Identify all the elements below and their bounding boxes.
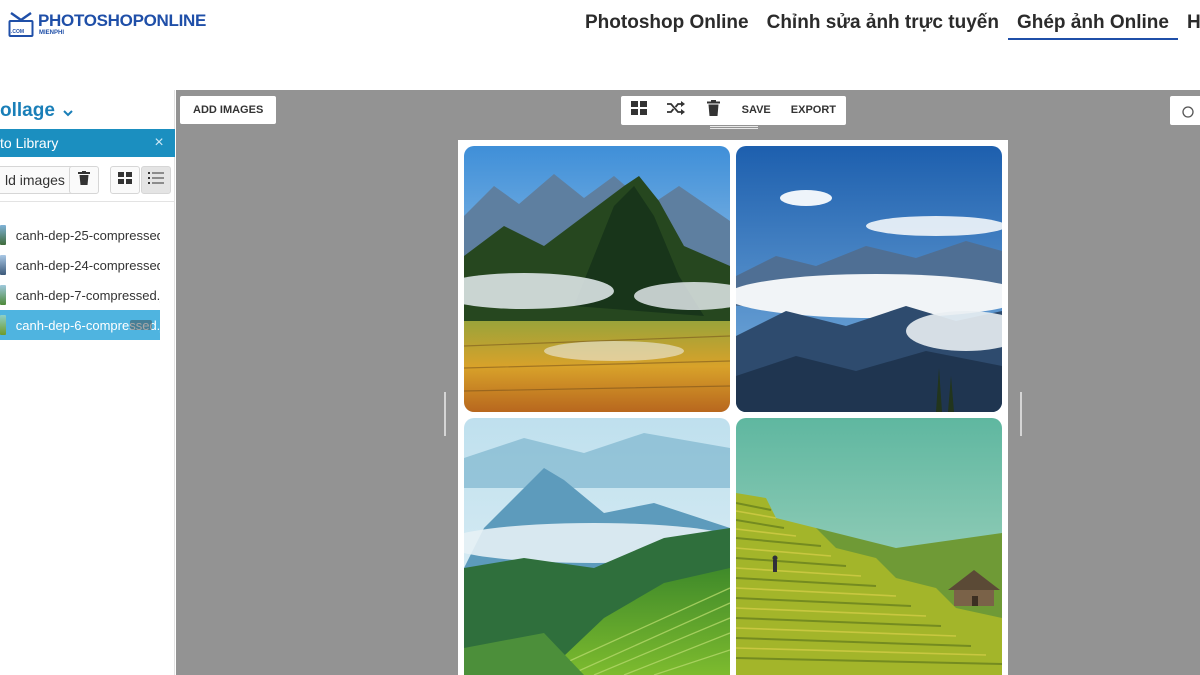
- app-page: .COM PHOTOSHOPONLINE MIENPHI Photoshop O…: [0, 0, 1200, 675]
- file-name: canh-dep-7-compressed.jpg: [15, 287, 160, 303]
- file-item[interactable]: canh-dep-25-compressed.jp: [0, 220, 160, 250]
- right-resize-handle[interactable]: [1020, 392, 1022, 436]
- settings-button[interactable]: [1170, 96, 1200, 125]
- shuffle-icon: [667, 101, 686, 120]
- file-thumbnail: [0, 255, 6, 275]
- list-view-button[interactable]: [141, 166, 171, 194]
- add-images-button[interactable]: ld images: [0, 166, 74, 194]
- logo-sub: MIENPHI: [39, 30, 65, 36]
- photo-library-header: to Library ×: [0, 129, 175, 157]
- delete-button[interactable]: [69, 166, 99, 194]
- trash-icon: [706, 100, 720, 121]
- collage-photo-3[interactable]: [464, 418, 730, 675]
- nav-photoshop-online[interactable]: Photoshop Online: [576, 10, 758, 40]
- delete-button[interactable]: [695, 96, 732, 125]
- site-header: .COM PHOTOSHOPONLINE MIENPHI Photoshop O…: [0, 0, 1200, 90]
- collage-photo-4[interactable]: [736, 418, 1002, 675]
- site-logo[interactable]: .COM PHOTOSHOPONLINE MIENPHI: [8, 6, 206, 42]
- collage-toolbar: SAVE EXPORT: [621, 96, 846, 125]
- close-icon[interactable]: ×: [151, 134, 167, 152]
- collage-photo-2[interactable]: [736, 146, 1002, 412]
- export-button[interactable]: EXPORT: [781, 96, 846, 125]
- nav-chinh-sua-anh[interactable]: Chỉnh sửa ảnh trực tuyến: [758, 10, 1008, 40]
- file-name: canh-dep-24-compressed.jp: [15, 257, 160, 273]
- collage-photo-1[interactable]: [464, 146, 730, 412]
- file-thumbnail: [0, 285, 6, 305]
- file-thumbnail: [0, 315, 6, 335]
- file-thumbnail: [0, 225, 6, 245]
- grid-view-button[interactable]: [110, 166, 140, 194]
- grid-view-icon: [118, 171, 132, 189]
- nav-item-truncated[interactable]: H: [1178, 10, 1200, 40]
- library-title: to Library: [0, 135, 59, 151]
- main-nav: Photoshop Online Chỉnh sửa ảnh trực tuyế…: [576, 10, 1200, 40]
- shuffle-button[interactable]: [658, 96, 695, 125]
- chevron-down-icon: [61, 104, 75, 118]
- list-view-icon: [148, 171, 164, 189]
- layout-button[interactable]: [621, 96, 658, 125]
- file-item[interactable]: canh-dep-24-compressed.jp: [0, 250, 160, 280]
- file-item-selected[interactable]: canh-dep-6-compressed.jpg: [0, 310, 160, 340]
- left-panel: ollage to Library × ld images canh-dep-2…: [0, 90, 175, 675]
- collage-canvas: [458, 140, 1008, 675]
- logo-com-text: .COM: [11, 29, 25, 35]
- save-button[interactable]: SAVE: [732, 96, 781, 125]
- logo-name: PHOTOSHOPONLINE: [38, 11, 207, 30]
- add-images-button[interactable]: ADD IMAGES: [180, 96, 277, 124]
- collage-title: ollage: [0, 100, 55, 121]
- left-resize-handle[interactable]: [444, 392, 446, 436]
- logo-mark-icon: .COM: [8, 9, 34, 39]
- collage-menu[interactable]: ollage: [0, 98, 75, 124]
- file-badge: [130, 320, 152, 330]
- toolbar-indicator: [710, 126, 758, 129]
- file-list: canh-dep-25-compressed.jp canh-dep-24-co…: [0, 220, 175, 340]
- grid-icon: [631, 101, 648, 120]
- palette-icon: [1182, 105, 1194, 123]
- nav-ghep-anh-online[interactable]: Ghép ảnh Online: [1007, 10, 1178, 40]
- trash-icon: [78, 170, 90, 190]
- collage-workspace: ADD IMAGES SAVE EXPORT: [176, 90, 1200, 675]
- library-tools: ld images: [0, 166, 175, 196]
- file-item[interactable]: canh-dep-7-compressed.jpg: [0, 280, 160, 310]
- divider: [0, 201, 175, 202]
- file-name: canh-dep-25-compressed.jp: [15, 227, 160, 243]
